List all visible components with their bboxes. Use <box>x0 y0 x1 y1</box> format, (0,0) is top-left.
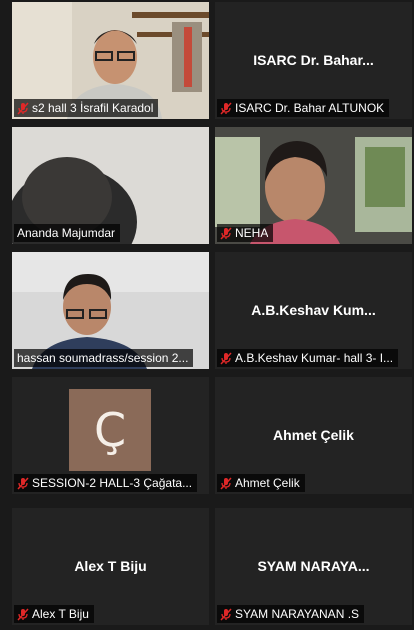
participant-label: Ananda Majumdar <box>14 224 121 242</box>
participant-label: ISARC Dr. Bahar ALTUNOK <box>217 99 390 117</box>
participant-label: NEHA <box>217 224 274 242</box>
participant-label: SESSION-2 HALL-3 Çağata... <box>14 474 198 492</box>
participant-name-large: Alex T Biju <box>74 558 147 574</box>
avatar: Ç <box>69 389 151 471</box>
mic-muted-icon <box>220 351 232 365</box>
participant-tile[interactable]: Ahmet Çelik Ahmet Çelik <box>215 377 412 494</box>
participant-tile[interactable]: Ç SESSION-2 HALL-3 Çağata... <box>12 377 209 494</box>
participant-label: hassan soumadrass/session 2... <box>14 349 194 367</box>
participant-name-large: A.B.Keshav Kum... <box>251 302 376 318</box>
mic-muted-icon <box>220 607 232 621</box>
participant-tile[interactable]: NEHA <box>215 127 412 244</box>
participant-label: Alex T Biju <box>14 605 94 623</box>
mic-muted-icon <box>17 476 29 490</box>
participant-name: ISARC Dr. Bahar ALTUNOK <box>235 101 385 115</box>
participant-name: NEHA <box>235 226 269 240</box>
participant-name-large: ISARC Dr. Bahar... <box>253 52 374 68</box>
participant-tile[interactable]: Alex T Biju Alex T Biju <box>12 508 209 625</box>
participant-name: A.B.Keshav Kumar- hall 3- I... <box>235 351 394 365</box>
mic-muted-icon <box>17 101 29 115</box>
video-gallery: s2 hall 3 İsrafil Karadol ISARC Dr. Baha… <box>0 0 414 630</box>
participant-label: s2 hall 3 İsrafil Karadol <box>14 99 159 117</box>
participant-tile-active-speaker[interactable]: hassan soumadrass/session 2... <box>12 252 209 369</box>
mic-muted-icon <box>220 476 232 490</box>
participant-tile[interactable]: s2 hall 3 İsrafil Karadol <box>12 2 209 119</box>
participant-tile[interactable]: SYAM NARAYA... SYAM NARAYANAN .S <box>215 508 412 625</box>
participant-name: hassan soumadrass/session 2... <box>17 351 189 365</box>
participant-name: SYAM NARAYANAN .S <box>235 607 360 621</box>
participant-name: Alex T Biju <box>32 607 89 621</box>
participant-tile[interactable]: A.B.Keshav Kum... A.B.Keshav Kumar- hall… <box>215 252 412 369</box>
participant-name: s2 hall 3 İsrafil Karadol <box>32 101 154 115</box>
participant-tile[interactable]: ISARC Dr. Bahar... ISARC Dr. Bahar ALTUN… <box>215 2 412 119</box>
participant-name: Ahmet Çelik <box>235 476 300 490</box>
participant-name: SESSION-2 HALL-3 Çağata... <box>32 476 193 490</box>
participant-tile[interactable]: Ananda Majumdar <box>12 127 209 244</box>
participant-name: Ananda Majumdar <box>17 226 116 240</box>
participant-label: SYAM NARAYANAN .S <box>217 605 365 623</box>
participant-name-large: Ahmet Çelik <box>273 427 354 443</box>
mic-muted-icon <box>220 226 232 240</box>
mic-muted-icon <box>220 101 232 115</box>
participant-label: Ahmet Çelik <box>217 474 305 492</box>
participant-label: A.B.Keshav Kumar- hall 3- I... <box>217 349 399 367</box>
mic-muted-icon <box>17 607 29 621</box>
participant-name-large: SYAM NARAYA... <box>257 558 370 574</box>
